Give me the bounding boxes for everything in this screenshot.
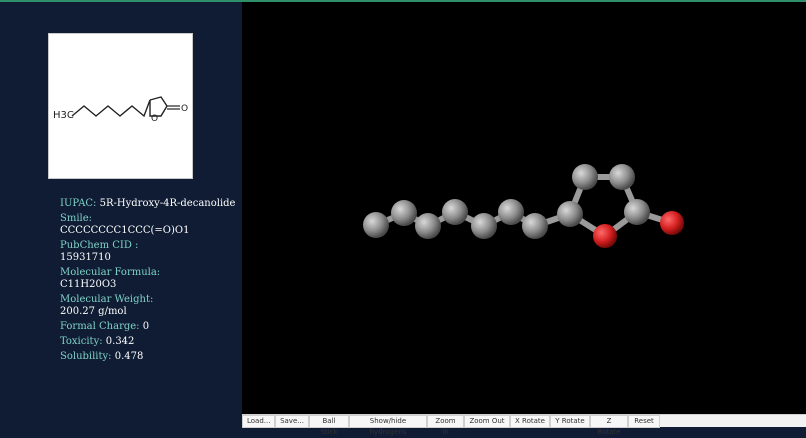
toggle-hydrogens-button[interactable]: Show/hide hydrogens bbox=[349, 415, 427, 436]
prop-label: Toxicity: bbox=[60, 336, 103, 347]
zoom-in-button[interactable]: Zoom In bbox=[427, 415, 464, 436]
prop-value: C11H20O3 bbox=[60, 279, 117, 290]
prop-solubility: Solubility: 0.478 bbox=[60, 351, 236, 363]
prop-iupac: IUPAC: 5R-Hydroxy-4R-decanolide bbox=[60, 198, 236, 210]
zoom-out-button[interactable]: Zoom Out bbox=[464, 415, 510, 428]
prop-label: Formal Charge: bbox=[60, 321, 140, 332]
oxygen-atom bbox=[660, 211, 684, 235]
reset-button[interactable]: Reset bbox=[628, 415, 660, 428]
carbon-atom bbox=[391, 200, 417, 226]
prop-label: Molecular Weight: bbox=[60, 294, 154, 305]
carbon-atom bbox=[415, 213, 441, 239]
carbon-atom bbox=[363, 212, 389, 238]
property-list: IUPAC: 5R-Hydroxy-4R-decanolide Smile: C… bbox=[60, 198, 236, 366]
prop-toxicity: Toxicity: 0.342 bbox=[60, 336, 236, 348]
molecule-3d-render bbox=[363, 164, 684, 248]
prop-label: Smile: bbox=[60, 213, 93, 224]
skeletal-formula-drawing: H3C O O bbox=[53, 96, 188, 124]
ring-oxygen-label: O bbox=[151, 114, 158, 124]
prop-formula: Molecular Formula: C11H20O3 bbox=[60, 267, 236, 291]
carbonyl-oxygen-label: O bbox=[181, 104, 188, 114]
carbon-atom bbox=[609, 164, 635, 190]
carbon-atom bbox=[522, 213, 548, 239]
carbon-atom bbox=[442, 199, 468, 225]
z-rotate-button[interactable]: Z Rotate bbox=[590, 415, 628, 436]
viewer-toolbar: Load... Save... Ball Stick Show/hide hyd… bbox=[242, 414, 806, 436]
prop-value: 5R-Hydroxy-4R-decanolide bbox=[99, 198, 236, 209]
carbon-atom bbox=[557, 201, 583, 227]
prop-value: CCCCCCCC1CCC(=O)O1 bbox=[60, 225, 190, 236]
prop-weight: Molecular Weight: 200.27 g/mol bbox=[60, 294, 236, 318]
save-button[interactable]: Save... bbox=[275, 415, 309, 428]
molecule-3d-viewer[interactable] bbox=[242, 2, 806, 414]
prop-value: 15931710 bbox=[60, 252, 111, 263]
prop-label: PubChem CID : bbox=[60, 240, 139, 251]
carbon-atom bbox=[572, 164, 598, 190]
carbon-atom bbox=[624, 199, 650, 225]
carbon-atom bbox=[498, 199, 524, 225]
oxygen-atom bbox=[593, 224, 617, 248]
prop-formal-charge: Formal Charge: 0 bbox=[60, 321, 236, 333]
prop-label: IUPAC: bbox=[60, 198, 97, 209]
molecule-info-sidebar: H3C O O IUPAC: 5R-Hydroxy-4R-decanolide … bbox=[0, 2, 242, 427]
prop-value: 0.478 bbox=[114, 351, 144, 362]
y-rotate-button[interactable]: Y Rotate bbox=[550, 415, 590, 428]
prop-label: Solubility: bbox=[60, 351, 112, 362]
prop-pubchem-cid: PubChem CID : 15931710 bbox=[60, 240, 236, 264]
prop-value: 200.27 g/mol bbox=[60, 306, 127, 317]
load-button[interactable]: Load... bbox=[242, 415, 275, 428]
prop-smile: Smile: CCCCCCCC1CCC(=O)O1 bbox=[60, 213, 236, 237]
prop-label: Molecular Formula: bbox=[60, 267, 161, 278]
prop-value: 0 bbox=[142, 321, 150, 332]
structure-2d-image: H3C O O bbox=[48, 33, 193, 179]
prop-value: 0.342 bbox=[105, 336, 135, 347]
x-rotate-button[interactable]: X Rotate bbox=[510, 415, 550, 428]
carbon-atom bbox=[471, 213, 497, 239]
methyl-label: H3C bbox=[53, 110, 74, 121]
ball-stick-button[interactable]: Ball Stick bbox=[309, 415, 349, 436]
